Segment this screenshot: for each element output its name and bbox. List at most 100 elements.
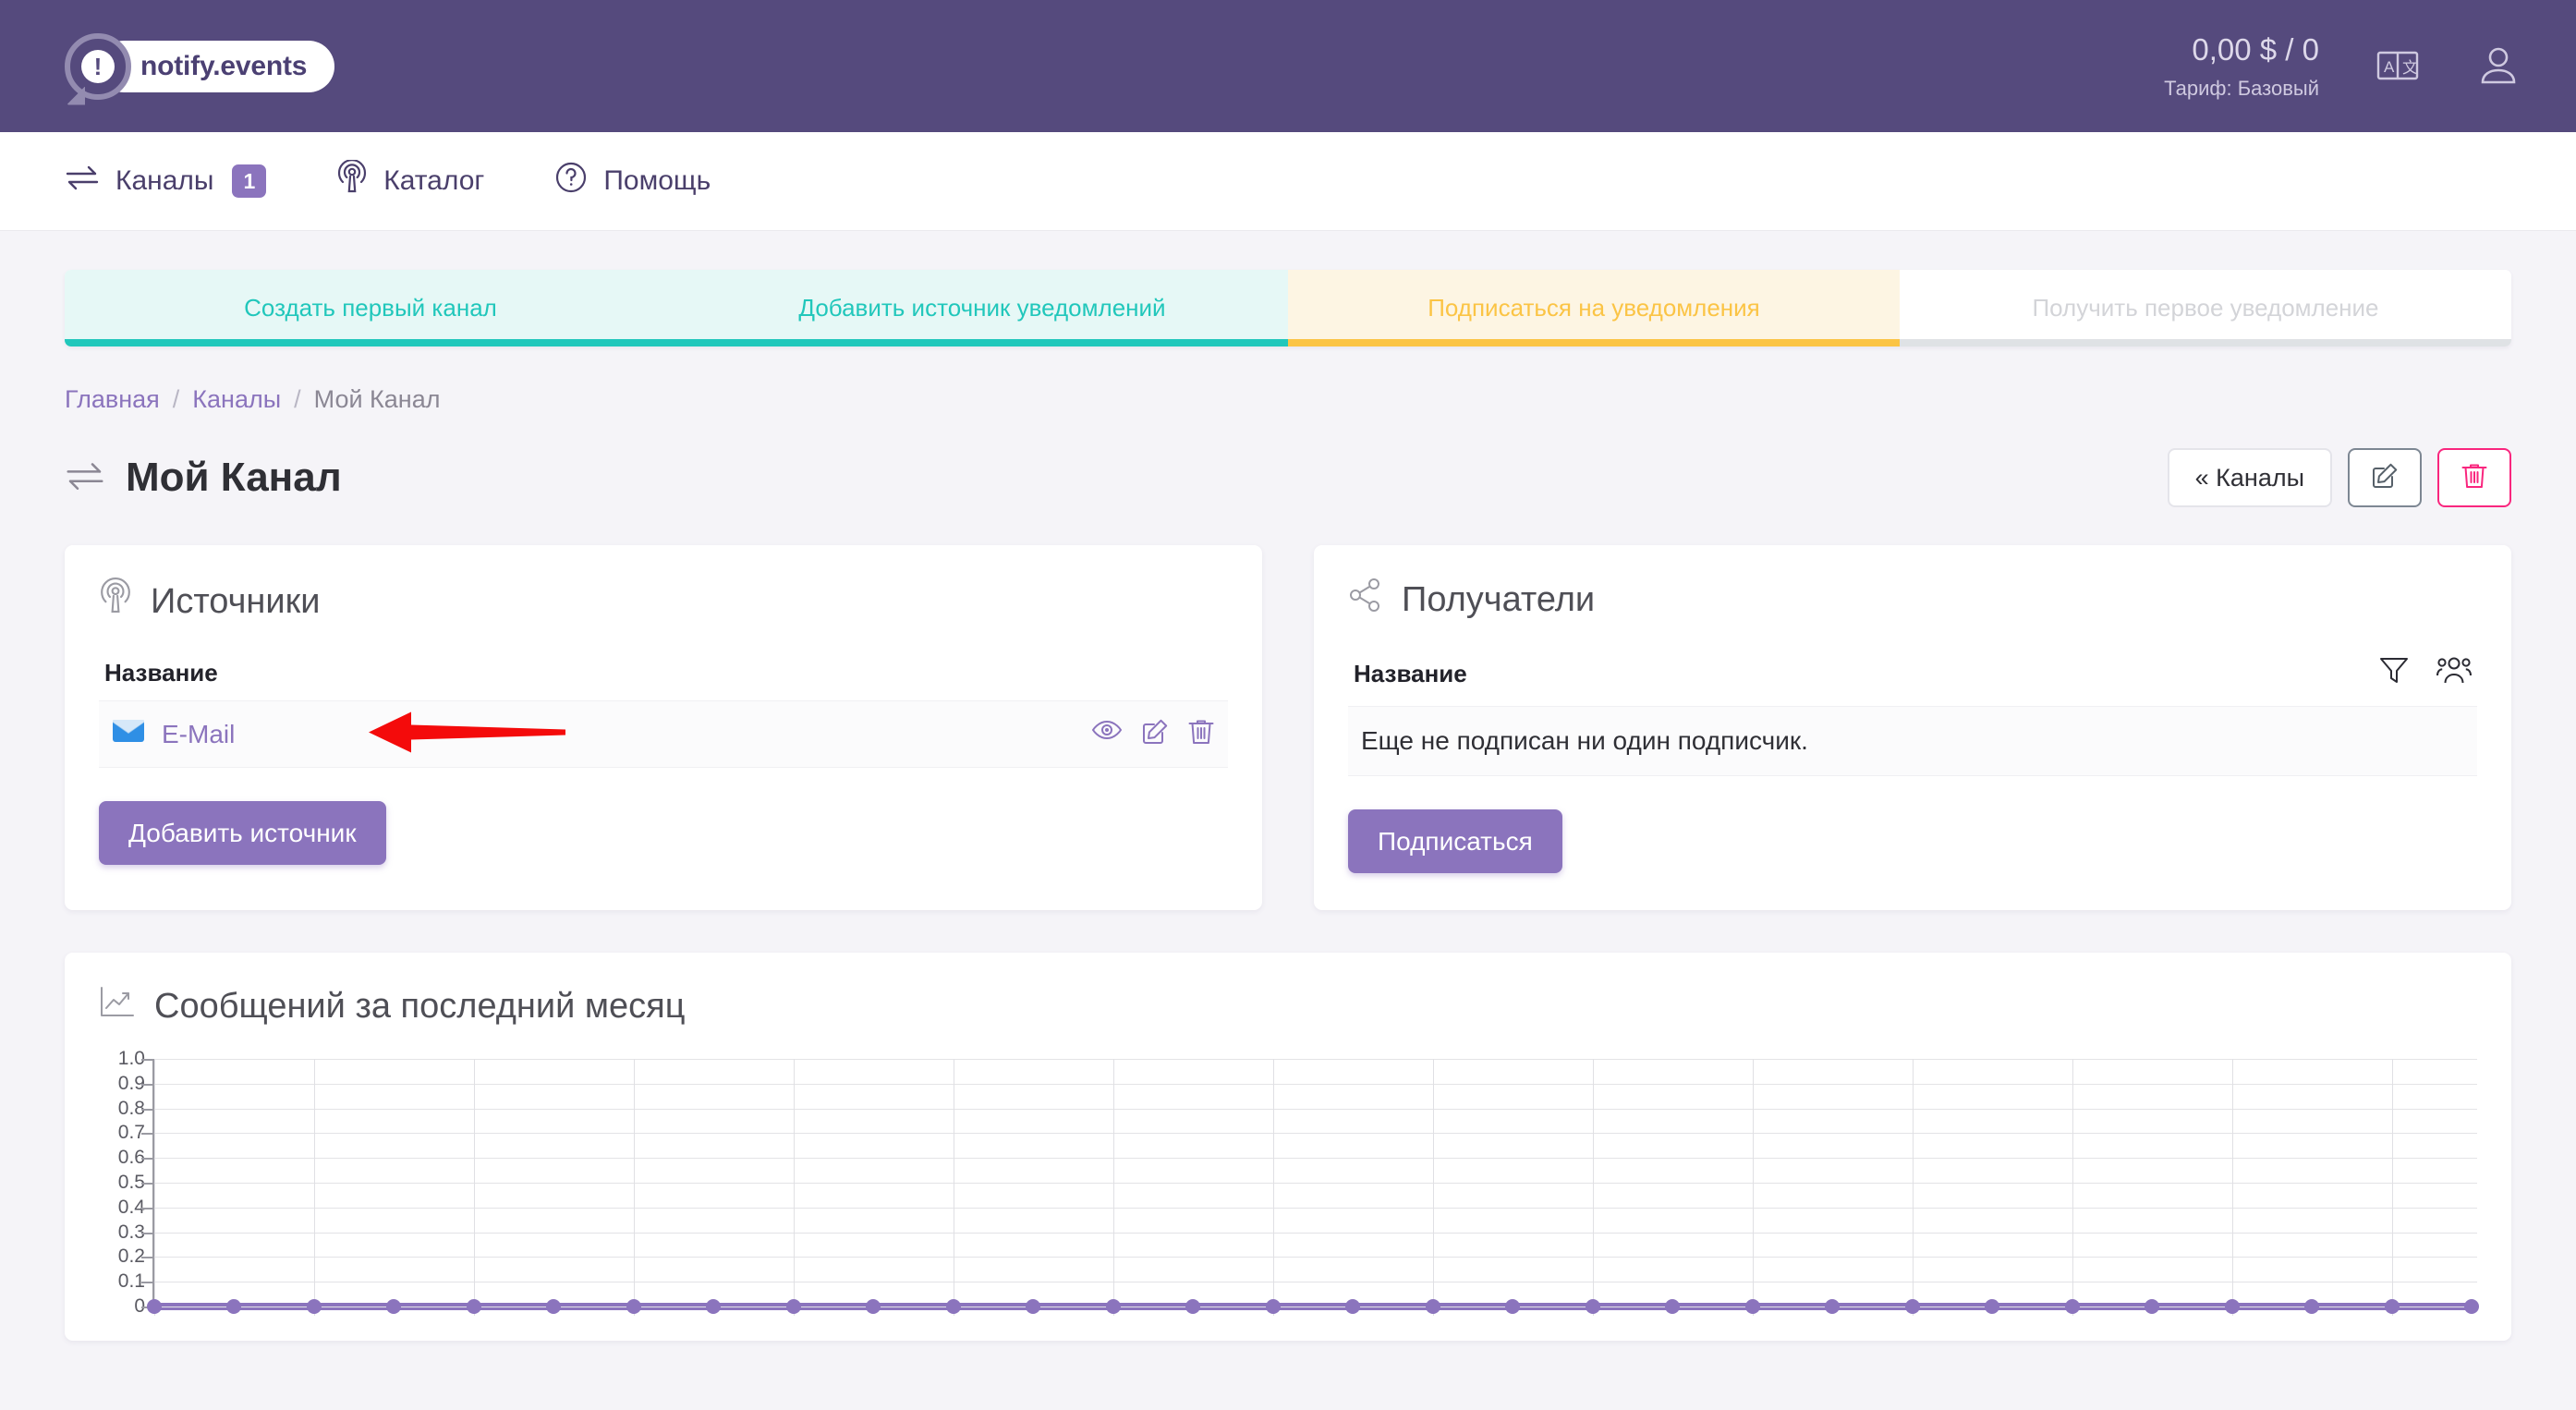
delete-channel-button[interactable] — [2437, 448, 2511, 507]
chart-data-point[interactable] — [1665, 1299, 1681, 1314]
chart-data-point[interactable] — [2304, 1299, 2320, 1314]
chart-data-point[interactable] — [1345, 1299, 1361, 1314]
trash-icon[interactable] — [1187, 717, 1215, 751]
y-axis-tick — [141, 1257, 152, 1259]
page-actions: « Каналы — [2167, 448, 2511, 507]
chart-line-icon — [99, 985, 136, 1027]
chart-data-point[interactable] — [1744, 1299, 1760, 1314]
group-users-icon[interactable] — [2436, 655, 2472, 693]
step-receive-notification[interactable]: Получить первое уведомление — [1900, 270, 2511, 346]
chart-gridline-horizontal — [154, 1059, 2477, 1060]
chart-data-point[interactable] — [785, 1299, 801, 1314]
sources-card: Источники Название E-Mail Добавить источ… — [65, 545, 1262, 910]
chart-data-point[interactable] — [2464, 1299, 2479, 1314]
cards-row: Источники Название E-Mail Добавить источ… — [65, 545, 2511, 910]
chart-data-point[interactable] — [1505, 1299, 1521, 1314]
chart-data-point[interactable] — [2384, 1299, 2400, 1314]
breadcrumb-channels[interactable]: Каналы — [192, 385, 281, 414]
svg-text:文: 文 — [2402, 59, 2418, 77]
user-avatar-icon[interactable] — [2476, 43, 2521, 88]
chart-data-point[interactable] — [1985, 1299, 2000, 1314]
breadcrumb-home[interactable]: Главная — [65, 385, 160, 414]
messages-chart-card: Сообщений за последний месяц 1.0 0.9 0.8 0.… — [65, 953, 2511, 1341]
recipients-empty-row: Еще не подписан ни один подписчик. — [1348, 706, 2477, 776]
chart-data-point[interactable] — [2064, 1299, 2080, 1314]
recipients-column-name: Название — [1354, 660, 1467, 687]
subscribe-button[interactable]: Подписаться — [1348, 809, 1562, 873]
svg-text:A: A — [2384, 58, 2395, 76]
chart-gridline-horizontal — [154, 1207, 2477, 1209]
sources-title-text: Источники — [151, 581, 321, 621]
step-progress-bar-4 — [1900, 339, 2511, 346]
chart-title-text: Сообщений за последний месяц — [154, 986, 686, 1026]
chart-data-point[interactable] — [866, 1299, 881, 1314]
main-navigation: Каналы 1 Каталог Помощь — [0, 132, 2576, 230]
sources-card-title: Источники — [99, 577, 1228, 626]
chart-data-point[interactable] — [1425, 1299, 1440, 1314]
edit-pencil-icon[interactable] — [1140, 717, 1170, 751]
y-axis-tick — [141, 1083, 152, 1086]
table-row[interactable]: E-Mail — [99, 700, 1228, 768]
tariff-label: Тариф: Базовый — [2164, 76, 2319, 100]
chart-data-point[interactable] — [2224, 1299, 2240, 1314]
chart-gridline-horizontal — [154, 1183, 2477, 1184]
nav-item-channels[interactable]: Каналы 1 — [65, 164, 267, 199]
chart-gridline-vertical — [154, 1059, 155, 1316]
step-progress-bar-1 — [65, 339, 676, 346]
step-progress-bar-3 — [1288, 339, 1900, 346]
edit-channel-button[interactable] — [2348, 448, 2422, 507]
step-add-source[interactable]: Добавить источник уведомлений — [676, 270, 1288, 346]
chart-data-point[interactable] — [1185, 1299, 1201, 1314]
add-source-button[interactable]: Добавить источник — [99, 801, 386, 865]
breadcrumb: Главная / Каналы / Мой Канал — [65, 385, 2511, 414]
chart-data-point[interactable] — [1026, 1299, 1041, 1314]
balance-amount: 0,00 $ / 0 — [2192, 32, 2319, 67]
page-title: Мой Канал — [65, 455, 342, 501]
recipients-title-text: Получатели — [1402, 579, 1596, 619]
chart-data-point[interactable] — [306, 1299, 322, 1314]
source-name-cell[interactable]: E-Mail — [112, 718, 235, 750]
logo[interactable]: ! notify.events — [65, 32, 335, 105]
nav-item-help[interactable]: Помощь — [554, 161, 711, 201]
sources-column-name: Название — [104, 659, 218, 687]
eye-icon[interactable] — [1091, 717, 1123, 751]
y-axis-tick — [141, 1207, 152, 1209]
y-axis-tick — [141, 1282, 152, 1284]
page-title-text: Мой Канал — [126, 455, 342, 500]
chart-data-point[interactable] — [546, 1299, 562, 1314]
chart-data-point[interactable] — [626, 1299, 641, 1314]
step-subscribe[interactable]: Подписаться на уведомления — [1288, 270, 1900, 346]
chart-data-point[interactable] — [1585, 1299, 1600, 1314]
y-axis-tick — [141, 1108, 152, 1111]
question-circle-icon — [554, 161, 588, 201]
nav-label-catalog: Каталог — [383, 165, 485, 196]
breadcrumb-current: Мой Канал — [313, 385, 441, 413]
onboarding-stepper: Создать первый канал Добавить источник у… — [65, 270, 2511, 346]
y-axis-tick — [141, 1232, 152, 1234]
chart-data-point[interactable] — [1825, 1299, 1841, 1314]
recipients-card-title: Получатели — [1348, 577, 2477, 622]
filter-icon[interactable] — [2379, 655, 2409, 693]
nav-item-catalog[interactable]: Каталог — [336, 159, 485, 202]
chart-data-point[interactable] — [2145, 1299, 2160, 1314]
chart-data-point[interactable] — [706, 1299, 722, 1314]
chart-data-point[interactable] — [1265, 1299, 1281, 1314]
app-header: ! notify.events 0,00 $ / 0 Тариф: Базовы… — [0, 0, 2576, 132]
chart-data-point[interactable] — [226, 1299, 242, 1314]
chart-data-point[interactable] — [386, 1299, 402, 1314]
chart-gridline-horizontal — [154, 1257, 2477, 1258]
chart-data-point[interactable] — [466, 1299, 481, 1314]
translate-icon[interactable]: A 文 — [2376, 48, 2419, 83]
channels-arrows-icon — [65, 164, 100, 198]
chart-data-point[interactable] — [945, 1299, 961, 1314]
chart-data-point[interactable] — [1904, 1299, 1920, 1314]
chart-gridline-vertical — [313, 1059, 315, 1316]
chart-data-point[interactable] — [1105, 1299, 1121, 1314]
source-row-actions — [1091, 717, 1215, 751]
chart-gridline-horizontal — [154, 1232, 2477, 1234]
step-create-channel[interactable]: Создать первый канал — [65, 270, 676, 346]
logo-text: notify.events — [98, 40, 335, 92]
chart-data-point[interactable] — [147, 1299, 162, 1314]
header-right: 0,00 $ / 0 Тариф: Базовый A 文 — [2164, 30, 2521, 102]
back-to-channels-button[interactable]: « Каналы — [2167, 448, 2332, 507]
